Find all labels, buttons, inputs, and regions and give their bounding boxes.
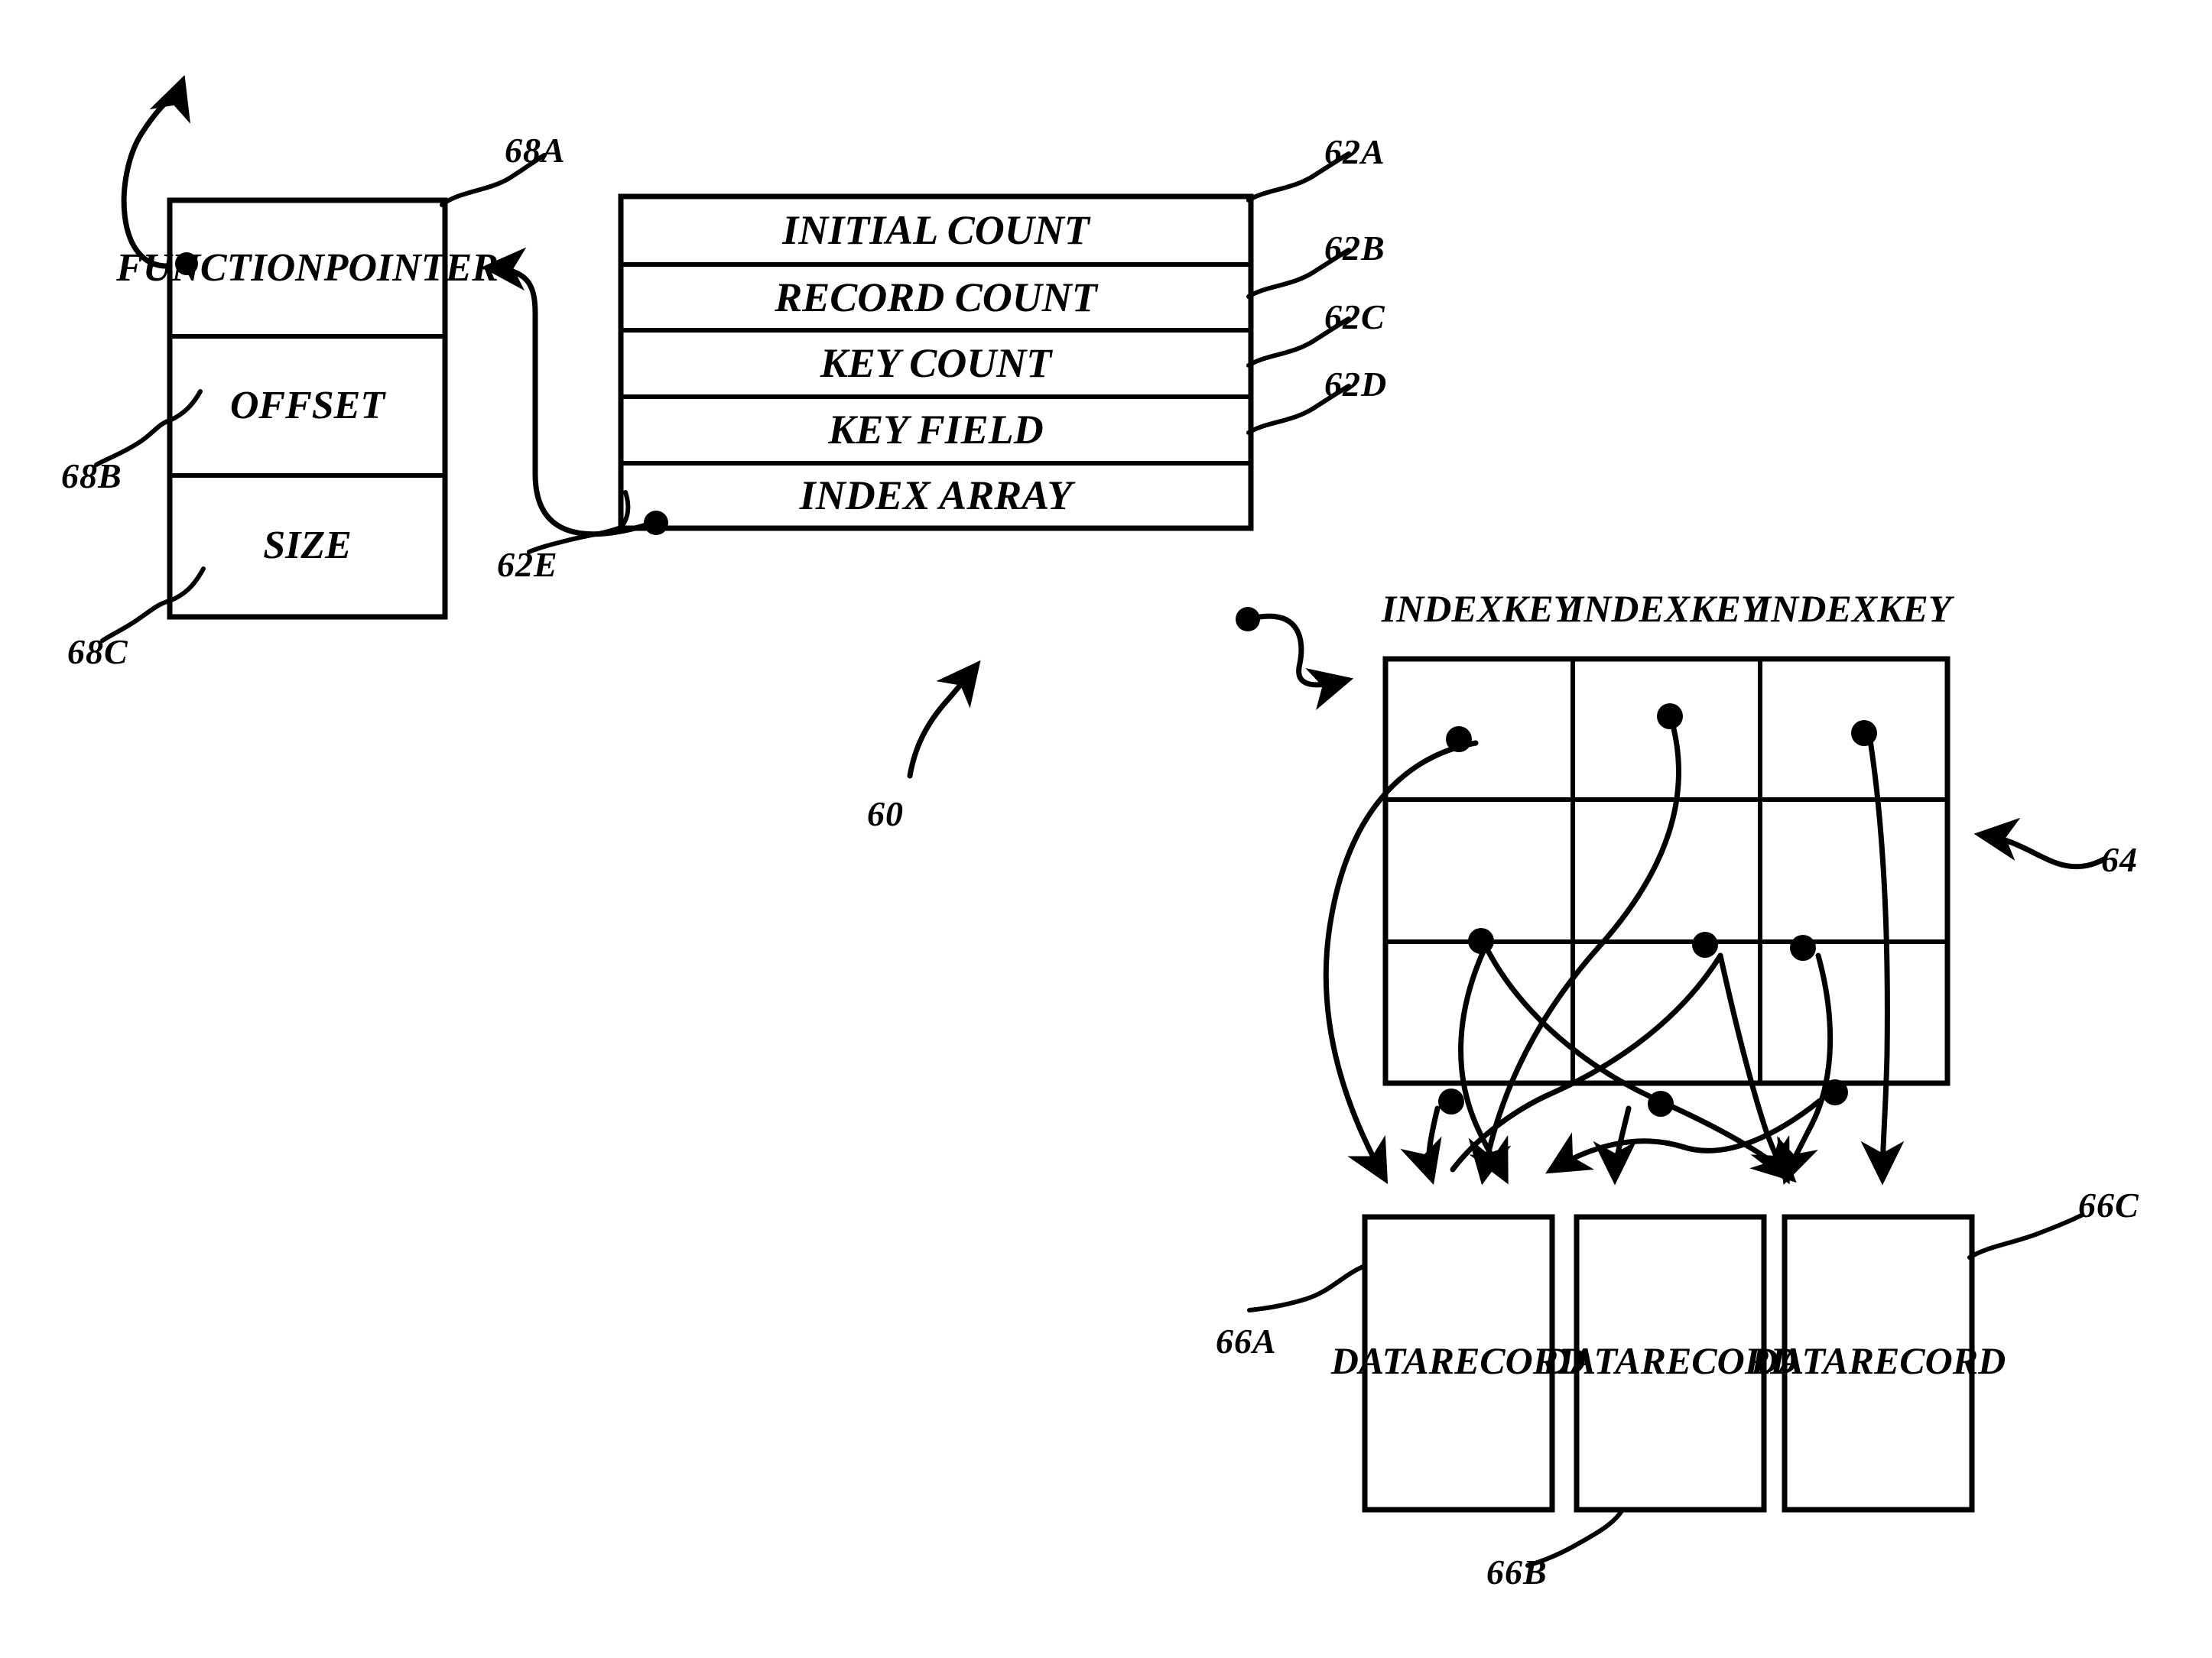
reference-numeral-66b: 66B [1486, 1553, 1548, 1591]
reference-numeral-62e: 62E [497, 545, 558, 584]
data-record-label-1: DATA RECORD [1330, 1339, 1587, 1382]
index-key-dot [1851, 720, 1877, 746]
index-key-dot [1438, 1089, 1464, 1115]
table-cell-key-count: KEY COUNT [820, 340, 1052, 387]
reference-numeral-66c: 66C [2078, 1186, 2139, 1225]
index-key-dot [1822, 1079, 1848, 1105]
reference-numeral-62a: 62A [1324, 132, 1385, 171]
index-key-dot [1692, 932, 1718, 958]
reference-numeral-68a: 68A [505, 131, 566, 170]
index-key-dot [1790, 935, 1816, 961]
table-cell-key-field: KEY FIELD [828, 407, 1044, 453]
reference-numeral-68b: 68B [61, 456, 122, 495]
descriptor-cell-offset: OFFSET [229, 383, 385, 427]
index-array-inbound-link [1236, 607, 1354, 710]
table-cell-record-count: RECORD COUNT [775, 274, 1097, 320]
index-key-header-1: INDEX KEY [1381, 587, 1577, 630]
descriptor-cell-function-pointer: FUNCTION POINTER [116, 245, 499, 290]
reference-numeral-66a: 66A [1216, 1322, 1277, 1361]
index-key-header-2: INDEX KEY [1568, 587, 1765, 630]
descriptor-cell-size: SIZE [263, 524, 352, 568]
reference-numeral-62c: 62C [1324, 297, 1385, 336]
table-cell-initial-count: INITIAL COUNT [782, 207, 1090, 254]
index-key-header-3: INDEX KEY [1756, 587, 1952, 630]
index-key-dot [1446, 726, 1472, 752]
reference-numeral-62b: 62B [1324, 229, 1385, 268]
index-key-dot [1657, 703, 1683, 729]
figure-sheet: FUNCTION POINTER OFFSET SIZE INITIAL COUN… [0, 0, 2212, 1658]
reference-numeral-60: 60 [867, 794, 904, 833]
index-key-dot [1468, 928, 1494, 954]
data-record-label-3: DATA RECORD [1750, 1339, 2006, 1382]
reference-numeral-64: 64 [2101, 840, 2138, 879]
index-key-dot [1648, 1091, 1674, 1117]
data-record-label-2: DATA RECORD [1542, 1339, 1798, 1382]
reference-numeral-68c: 68C [67, 632, 128, 671]
reference-numeral-62d: 62D [1324, 365, 1388, 404]
table-cell-index-array: INDEX ARRAY [799, 472, 1073, 519]
